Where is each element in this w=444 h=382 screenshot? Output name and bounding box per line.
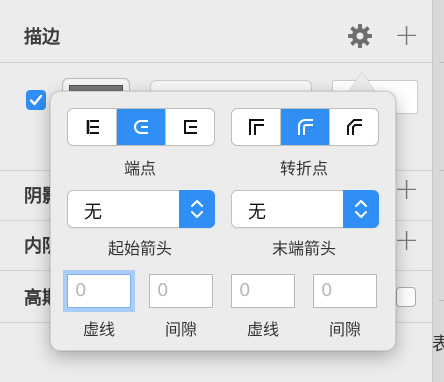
- edge-tick: [439, 170, 444, 171]
- start-arrow-value: 无: [84, 202, 102, 223]
- blur-enabled-checkbox[interactable]: [396, 287, 416, 307]
- end-arrow-value: 无: [248, 202, 266, 223]
- gap-1-input[interactable]: 0: [149, 274, 213, 308]
- edge-tick: [439, 62, 444, 63]
- start-arrow-label: 起始箭头: [107, 239, 172, 258]
- chevron-updown-icon[interactable]: [343, 190, 379, 228]
- dash-1-label: 虚线: [82, 320, 115, 339]
- butt-cap-icon[interactable]: [68, 109, 117, 145]
- join-segmented-control[interactable]: [231, 108, 379, 146]
- round-cap-icon[interactable]: [117, 109, 166, 145]
- section-divider: [0, 62, 432, 63]
- side-glyph: 表: [432, 334, 444, 355]
- dash-1-input[interactable]: 0: [67, 274, 131, 308]
- end-arrow-label: 末端箭头: [271, 239, 336, 258]
- add-border-icon[interactable]: +: [394, 21, 419, 51]
- dash-2-label: 虚线: [246, 320, 279, 339]
- edge-tick: [439, 300, 444, 301]
- dash-2-input[interactable]: 0: [231, 274, 295, 308]
- bevel-join-icon[interactable]: [330, 109, 378, 145]
- gap-1-label: 间隙: [164, 320, 197, 339]
- border-section-title: 描边: [24, 27, 60, 48]
- start-arrow-select[interactable]: 无: [67, 190, 215, 228]
- end-arrow-select[interactable]: 无: [231, 190, 379, 228]
- endpoint-label: 端点: [123, 159, 156, 178]
- round-join-icon[interactable]: [281, 109, 330, 145]
- border-enabled-checkbox[interactable]: [26, 90, 46, 110]
- join-label: 转折点: [279, 159, 328, 178]
- add-shadow-icon[interactable]: +: [394, 175, 419, 205]
- miter-join-icon[interactable]: [232, 109, 281, 145]
- popover-arrow: [349, 72, 375, 92]
- right-panel-edge: [432, 0, 444, 382]
- gap-2-label: 间隙: [328, 320, 361, 339]
- square-cap-icon[interactable]: [166, 109, 214, 145]
- add-inner-shadow-icon[interactable]: +: [394, 226, 419, 256]
- border-options-popover: 端点 转折点 无 起始箭头 无 末端箭头 0 虚线 0 间隙 0 虚线 0 间隙: [50, 91, 396, 351]
- endpoint-segmented-control[interactable]: [67, 108, 215, 146]
- chevron-updown-icon[interactable]: [179, 190, 215, 228]
- gap-2-input[interactable]: 0: [313, 274, 377, 308]
- gear-icon[interactable]: [347, 23, 373, 53]
